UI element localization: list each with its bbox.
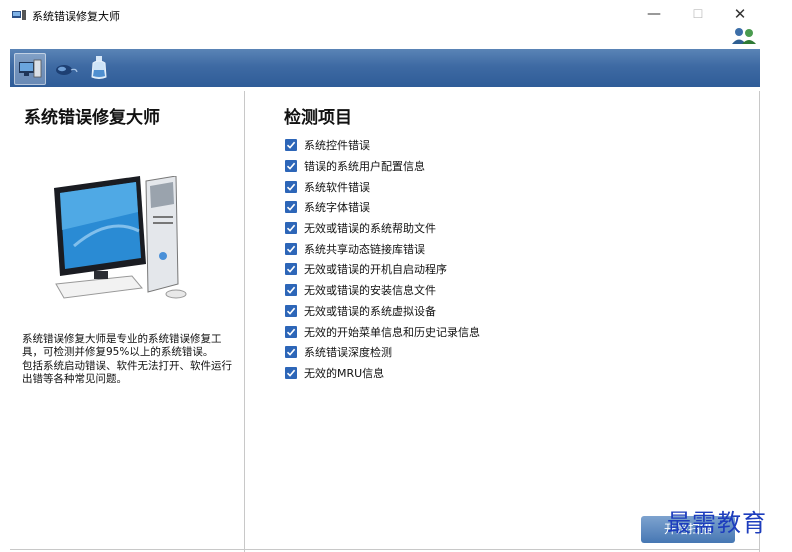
check-label: 系统共享动态链接库错误 — [304, 242, 425, 256]
users-icon[interactable] — [732, 27, 756, 45]
check-label: 错误的系统用户配置信息 — [304, 160, 425, 174]
check-item[interactable]: 无效或错误的系统帮助文件 — [285, 218, 480, 239]
checkmark-icon — [286, 266, 296, 274]
computer-illustration — [54, 176, 187, 299]
description-line: 包括系统启动错误、软件无法打开、软件运行出错等各种常见问题。 — [22, 359, 232, 386]
check-item[interactable]: 系统共享动态链接库错误 — [285, 238, 480, 259]
maximize-button[interactable]: ☐ — [685, 4, 711, 24]
checkbox[interactable] — [285, 180, 297, 193]
checkbox[interactable] — [285, 139, 297, 152]
check-item[interactable]: 系统软件错误 — [285, 176, 480, 197]
section-title: 检测项目 — [284, 108, 352, 128]
checkbox[interactable] — [285, 242, 297, 255]
checkbox[interactable] — [285, 346, 297, 359]
app-icon — [12, 10, 26, 20]
checkmark-icon — [286, 162, 296, 170]
check-item[interactable]: 系统控件错误 — [285, 135, 480, 156]
check-label: 无效或错误的系统虚拟设备 — [304, 304, 436, 318]
check-item[interactable]: 无效或错误的开机自启动程序 — [285, 259, 480, 280]
checkmark-icon — [286, 307, 296, 315]
checkmark-icon — [286, 142, 296, 150]
check-label: 无效或错误的安装信息文件 — [304, 284, 436, 298]
product-title: 系统错误修复大师 — [24, 108, 160, 128]
check-item[interactable]: 错误的系统用户配置信息 — [285, 156, 480, 177]
checkbox[interactable] — [285, 366, 297, 379]
check-item[interactable]: 无效或错误的系统虚拟设备 — [285, 301, 480, 322]
check-item[interactable]: 无效的MRU信息 — [285, 363, 480, 384]
bottom-divider — [10, 549, 760, 550]
check-item[interactable]: 无效的开始菜单信息和历史记录信息 — [285, 321, 480, 342]
checkbox[interactable] — [285, 222, 297, 235]
tool-mouse[interactable] — [50, 53, 80, 83]
close-button[interactable]: ✕ — [727, 4, 753, 24]
minimize-button[interactable]: — — [641, 4, 667, 24]
checkbox[interactable] — [285, 284, 297, 297]
check-item[interactable]: 系统错误深度检测 — [285, 342, 480, 363]
checkmark-icon — [286, 286, 296, 294]
bottle-icon — [91, 56, 107, 79]
checkmark-icon — [286, 245, 296, 253]
checkbox[interactable] — [285, 201, 297, 214]
mouse-icon — [56, 65, 78, 75]
checkbox[interactable] — [285, 263, 297, 276]
checkmark-icon — [286, 328, 296, 336]
description-line: 系统错误修复大师是专业的系统错误修复工具，可检测并修复95%以上的系统错误。 — [22, 333, 222, 359]
detection-list: 系统控件错误 错误的系统用户配置信息 系统软件错误 系统字体错误 无效或错误的系… — [285, 135, 480, 383]
checkbox[interactable] — [285, 160, 297, 173]
checkbox[interactable] — [285, 325, 297, 338]
checkmark-icon — [286, 369, 296, 377]
computer-icon — [19, 59, 42, 78]
tool-cleanup[interactable] — [84, 53, 114, 83]
title-bar: 系统错误修复大师 — ☐ ✕ — [0, 0, 792, 30]
check-item[interactable]: 无效或错误的安装信息文件 — [285, 280, 480, 301]
check-label: 无效的开始菜单信息和历史记录信息 — [304, 325, 480, 339]
check-item[interactable]: 系统字体错误 — [285, 197, 480, 218]
check-label: 系统字体错误 — [304, 201, 370, 215]
right-panel: 检测项目 系统控件错误 错误的系统用户配置信息 系统软件错误 系统字体错误 无效… — [245, 91, 760, 552]
check-label: 系统软件错误 — [304, 180, 370, 194]
checkmark-icon — [286, 204, 296, 212]
watermark: 最需教育 — [667, 509, 767, 537]
window-title: 系统错误修复大师 — [32, 10, 120, 23]
checkbox[interactable] — [285, 304, 297, 317]
checkmark-icon — [286, 183, 296, 191]
check-label: 系统错误深度检测 — [304, 346, 392, 360]
check-label: 无效或错误的开机自启动程序 — [304, 263, 447, 277]
product-description: 系统错误修复大师是专业的系统错误修复工具，可检测并修复95%以上的系统错误。 包… — [22, 333, 240, 387]
check-label: 无效或错误的系统帮助文件 — [304, 222, 436, 236]
checkmark-icon — [286, 348, 296, 356]
tool-system-repair[interactable] — [14, 53, 46, 85]
left-panel: 系统错误修复大师 系统错误修复大师是专业的系统错误修复工具，可检测并修复95%以… — [10, 91, 245, 552]
checkmark-icon — [286, 224, 296, 232]
toolbar — [10, 49, 760, 87]
check-label: 无效的MRU信息 — [304, 366, 385, 380]
check-label: 系统控件错误 — [304, 139, 370, 153]
